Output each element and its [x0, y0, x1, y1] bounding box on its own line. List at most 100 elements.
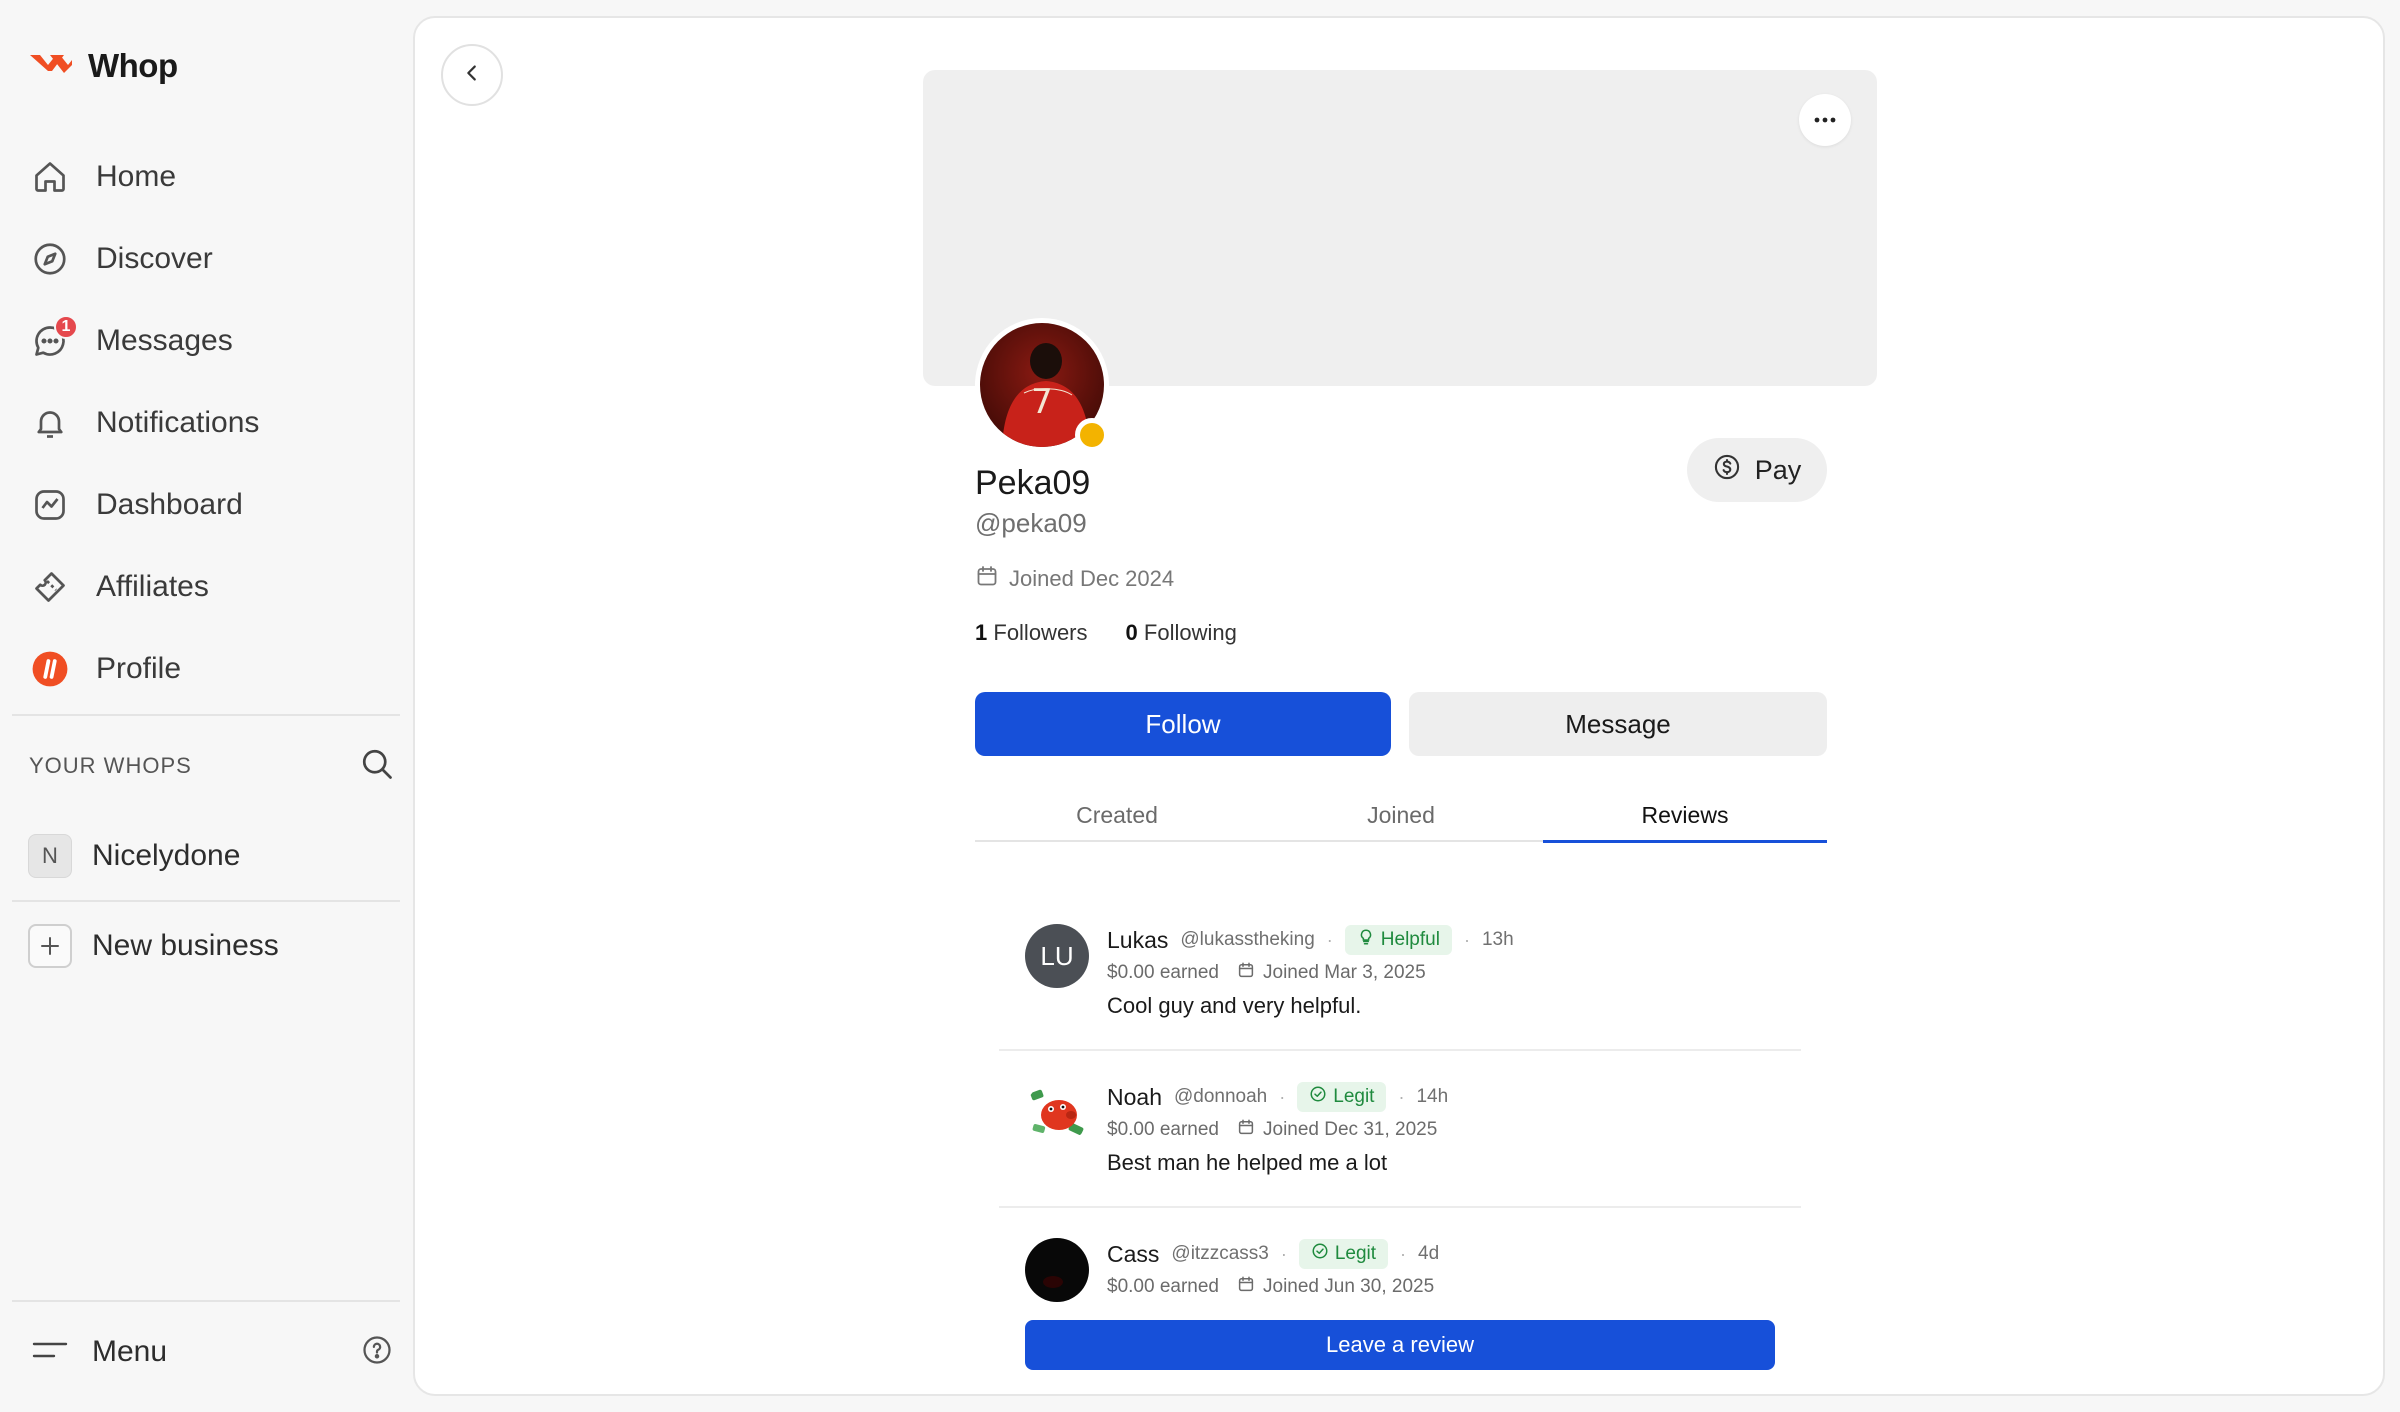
home-icon [30, 157, 70, 197]
check-circle-icon [1311, 1242, 1329, 1266]
reviewer-avatar[interactable]: LU [1025, 924, 1089, 988]
follow-counts: 1 Followers 0 Following [975, 620, 1237, 646]
avatar-initials: LU [1025, 924, 1089, 988]
review-tag: Legit [1297, 1082, 1387, 1112]
review-body: Cass @itzzcass3 · Legit · 4d $0.00 earne… [1107, 1238, 1439, 1304]
sidebar-item-notifications[interactable]: Notifications [12, 382, 400, 464]
separator-dot: · [1279, 1086, 1286, 1107]
reviewer-avatar[interactable] [1025, 1081, 1089, 1145]
profile-tabs: Created Joined Reviews [975, 790, 1827, 843]
review-tag: Helpful [1344, 925, 1452, 955]
tab-joined[interactable]: Joined [1259, 790, 1543, 840]
ticket-icon [30, 567, 70, 607]
pay-button[interactable]: Pay [1687, 438, 1827, 502]
sidebar-item-label: Affiliates [96, 570, 209, 603]
joined-text: Joined Mar 3, 2025 [1263, 962, 1426, 983]
review-item: Cass @itzzcass3 · Legit · 4d $0.00 earne… [999, 1208, 1801, 1310]
earned-amount: $0.00 earned [1107, 1276, 1219, 1297]
whop-name: Nicelydone [92, 839, 241, 872]
chevron-left-icon [461, 62, 483, 89]
more-options-button[interactable] [1799, 94, 1851, 146]
sidebar-item-label: Profile [96, 652, 182, 685]
separator-dot: · [1280, 1243, 1287, 1264]
bell-icon [30, 403, 70, 443]
svg-text:7: 7 [1031, 382, 1053, 422]
online-status-dot [1075, 418, 1109, 452]
earned-amount: $0.00 earned [1107, 962, 1219, 983]
review-meta: $0.00 earned Joined Jun 30, 2025 [1107, 1270, 1439, 1304]
following-label: Following [1143, 620, 1237, 645]
sidebar-divider [12, 714, 400, 716]
sidebar-item-label: Dashboard [96, 488, 243, 521]
dollar-circle-icon [1713, 453, 1741, 488]
username-handle: @peka09 [975, 508, 1087, 538]
follow-button[interactable]: Follow [975, 692, 1391, 756]
review-time: 4d [1418, 1243, 1440, 1264]
reviewer-avatar[interactable] [1025, 1238, 1089, 1302]
review-header: Noah @donnoah · Legit · 14h [1107, 1081, 1448, 1113]
tag-label: Helpful [1380, 929, 1440, 950]
sidebar-item-label: Messages [96, 324, 233, 357]
help-icon[interactable] [362, 1335, 392, 1370]
following-count[interactable]: 0 Following [1126, 620, 1237, 646]
reviewer-handle: @donnoah [1173, 1086, 1268, 1107]
reviewer-name[interactable]: Noah [1107, 1084, 1162, 1111]
followers-count[interactable]: 1 Followers [975, 620, 1088, 646]
menu-row: Menu [32, 1328, 392, 1376]
sidebar-divider [12, 1300, 400, 1302]
following-number: 0 [1125, 620, 1138, 645]
new-business-button[interactable]: New business [28, 922, 279, 970]
chat-icon: 1 [30, 315, 78, 361]
sidebar-item-profile[interactable]: Profile [12, 628, 400, 710]
calendar-icon [1237, 1275, 1255, 1299]
review-body: Lukas @lukasstheking · Helpful · 13h $0.… [1107, 924, 1514, 1022]
sidebar-item-label: Home [96, 160, 177, 193]
message-button[interactable]: Message [1409, 692, 1827, 756]
followers-label: Followers [993, 620, 1088, 645]
review-body: Noah @donnoah · Legit · 14h $0.00 earned [1107, 1081, 1448, 1179]
reviewer-name[interactable]: Lukas [1107, 927, 1168, 954]
menu-button[interactable]: Menu [32, 1335, 167, 1369]
followers-number: 1 [975, 620, 988, 645]
reviews-list: LU Lukas @lukasstheking · Helpful · 13h [999, 894, 1801, 1310]
review-meta: $0.00 earned Joined Dec 31, 2025 [1107, 1113, 1448, 1147]
brand-logo[interactable]: Whop [28, 44, 178, 88]
lightbulb-icon [1357, 928, 1375, 952]
sidebar-item-home[interactable]: Home [12, 136, 400, 218]
calendar-icon [1237, 1118, 1255, 1142]
leave-review-button[interactable]: Leave a review [1025, 1320, 1775, 1370]
back-button[interactable] [441, 44, 503, 106]
sidebar: Whop Home Discover 1 Messages Notificati… [0, 0, 412, 1412]
review-text: Best man he helped me a lot [1107, 1150, 1388, 1175]
separator-dot: · [1400, 1243, 1407, 1264]
search-icon[interactable] [359, 746, 395, 787]
sidebar-item-discover[interactable]: Discover [12, 218, 400, 300]
whop-item-nicelydone[interactable]: N Nicelydone [28, 832, 240, 880]
whop-avatar: N [28, 834, 72, 878]
separator-dot: · [1326, 929, 1333, 950]
check-circle-icon [1309, 1085, 1327, 1109]
calendar-icon [1237, 961, 1255, 985]
review-tag: Legit [1298, 1239, 1389, 1269]
display-name: Peka09 [975, 464, 1091, 502]
separator-dot: · [1463, 929, 1470, 950]
calendar-icon [975, 564, 999, 594]
sidebar-item-label: Notifications [96, 406, 260, 439]
sidebar-item-messages[interactable]: 1 Messages [12, 300, 400, 382]
brand-name: Whop [88, 47, 178, 84]
sidebar-item-dashboard[interactable]: Dashboard [12, 464, 400, 546]
reviewer-name[interactable]: Cass [1107, 1241, 1159, 1268]
reviewer-handle: @lukasstheking [1180, 929, 1315, 950]
joined-text: Joined Dec 31, 2025 [1263, 1119, 1438, 1140]
joined-text: Joined Jun 30, 2025 [1263, 1276, 1435, 1297]
reviewer-joined: Joined Dec 31, 2025 [1237, 1118, 1437, 1142]
plus-icon [28, 924, 72, 968]
chart-icon [30, 485, 70, 525]
review-text: Cool guy and very helpful. [1107, 993, 1362, 1018]
review-header: Lukas @lukasstheking · Helpful · 13h [1107, 924, 1514, 956]
sidebar-nav: Home Discover 1 Messages Notifications D… [12, 136, 400, 710]
tab-reviews[interactable]: Reviews [1543, 790, 1827, 843]
tab-created[interactable]: Created [975, 790, 1259, 840]
review-meta: $0.00 earned Joined Mar 3, 2025 [1107, 956, 1514, 990]
sidebar-item-affiliates[interactable]: Affiliates [12, 546, 400, 628]
